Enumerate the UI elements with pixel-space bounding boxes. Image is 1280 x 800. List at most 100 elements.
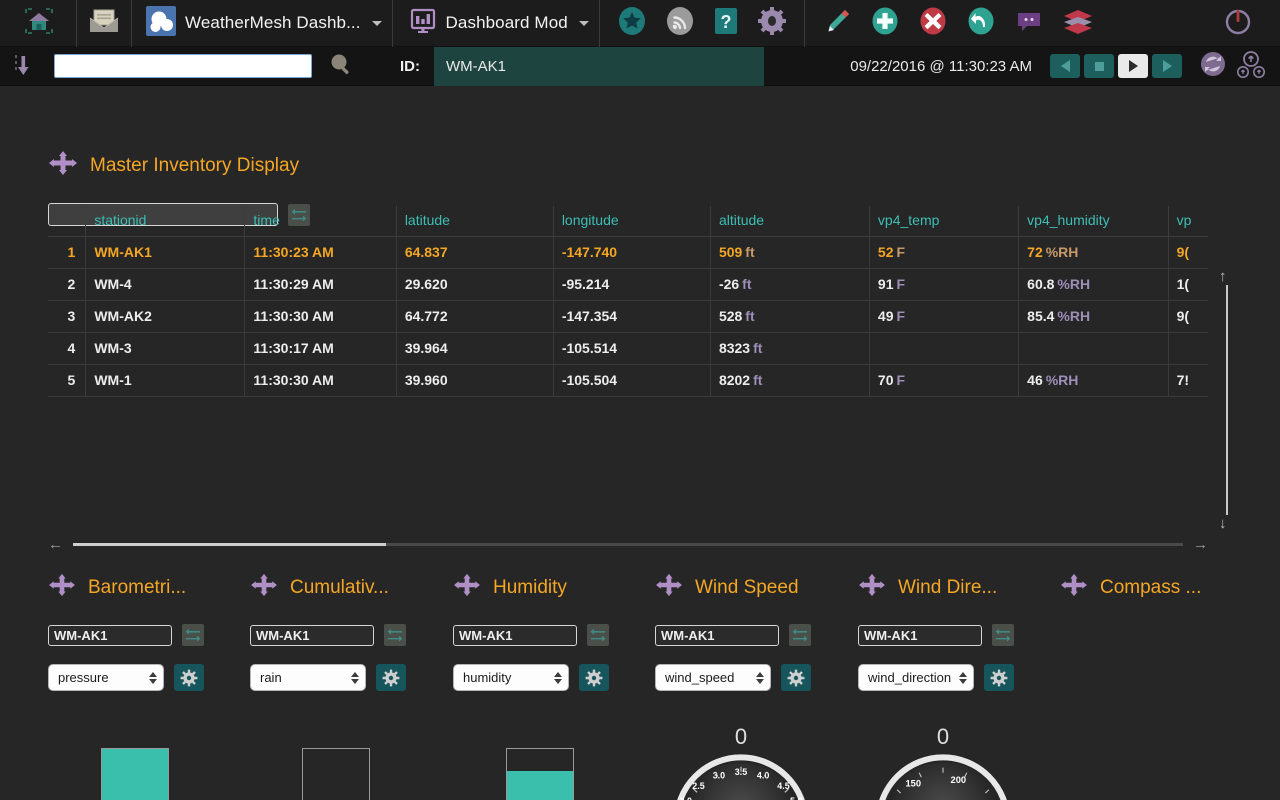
add-plus-icon[interactable] (870, 6, 900, 41)
app-menu-weathermesh[interactable]: WeatherMesh Dashb... (132, 0, 392, 47)
move-handle-icon[interactable] (453, 573, 481, 602)
widget-metric-select[interactable]: rain (250, 664, 366, 691)
move-handle-icon[interactable] (858, 573, 886, 602)
cell-vp-partial: 9( (1167, 236, 1208, 269)
cell-vp4-humidity: 46 %RH (1018, 364, 1169, 397)
widget-metric-select[interactable]: humidity (453, 664, 569, 691)
widget-station-input[interactable] (453, 624, 577, 646)
move-handle-icon[interactable] (1060, 573, 1088, 602)
widget-settings-button[interactable] (376, 664, 406, 691)
chevron-down-icon[interactable] (578, 20, 589, 26)
stop-button[interactable] (1084, 54, 1114, 78)
table-header-vp4-temp[interactable]: vp4_temp (868, 206, 1019, 237)
widget-swap-button[interactable] (182, 624, 204, 646)
table-header-altitude[interactable]: altitude (709, 206, 870, 237)
widget-header: Wind Dire... (858, 573, 1014, 602)
help-icon[interactable]: ? (713, 6, 739, 41)
scroll-down-icon[interactable]: ↓ (1219, 516, 1227, 531)
power-button[interactable] (1212, 0, 1280, 47)
table-header-row: stationid time latitude longitude altitu… (48, 206, 1208, 237)
table-row[interactable]: 4 WM-3 11:30:17 AM 39.964 -105.514 8323 f… (48, 332, 1208, 365)
table-row[interactable]: 5 WM-1 11:30:30 AM 39.960 -105.504 8202 f… (48, 364, 1208, 397)
widget-station-input[interactable] (48, 624, 172, 646)
gauge-row: 978.189 hPa 0 38.500 %RH 0 (0, 726, 1280, 800)
widget-settings-button[interactable] (579, 664, 609, 691)
home-button[interactable] (0, 0, 76, 47)
widget-swap-button[interactable] (992, 624, 1014, 646)
widget-swap-button[interactable] (587, 624, 609, 646)
table-header-vp-partial[interactable]: vp (1167, 206, 1208, 237)
table-horizontal-scrollbar[interactable]: ← → (48, 534, 1208, 554)
widget-station-input[interactable] (250, 624, 374, 646)
delete-x-icon[interactable] (918, 6, 948, 41)
chevron-down-icon[interactable] (371, 20, 382, 26)
step-forward-button[interactable] (1152, 54, 1182, 78)
widget-station-input[interactable] (655, 624, 779, 646)
power-icon (1222, 5, 1254, 42)
spinner-icon[interactable] (959, 671, 968, 684)
widget-settings-button[interactable] (174, 664, 204, 691)
table-header-longitude[interactable]: longitude (552, 206, 711, 237)
id-label: ID: (400, 57, 420, 75)
table-header-vp4-humidity[interactable]: vp4_humidity (1018, 206, 1169, 237)
id-value-field[interactable]: WM-AK1 (434, 46, 764, 86)
table-row[interactable]: 1 WM-AK1 11:30:23 AM 64.837 -147.740 509… (48, 236, 1208, 269)
hscroll-thumb[interactable] (73, 542, 387, 546)
step-back-button[interactable] (1050, 54, 1080, 78)
cell-time: 11:30:30 AM (244, 364, 397, 397)
move-handle-icon[interactable] (655, 573, 683, 602)
table-vertical-scrollbar[interactable]: ↑ ↓ (1216, 269, 1238, 531)
download-arrow-icon[interactable] (0, 53, 46, 79)
gear-icon (787, 669, 805, 686)
table-header-stationid[interactable]: stationid (85, 206, 245, 237)
spinner-icon[interactable] (756, 671, 764, 684)
widget-cumulative-rain: Cumulativ... rain (250, 573, 406, 691)
scroll-up-icon[interactable]: ↑ (1219, 269, 1227, 284)
widget-settings-button[interactable] (984, 664, 1014, 691)
star-icon[interactable] (617, 6, 647, 41)
widget-metric-select[interactable]: pressure (48, 664, 164, 691)
move-handle-icon[interactable] (250, 573, 278, 602)
unit-label: ft (753, 340, 763, 356)
cell-vp-partial: 9( (1167, 300, 1208, 333)
widget-metric-select[interactable]: wind_speed (655, 664, 771, 691)
pencil-edit-icon[interactable] (822, 6, 852, 41)
undo-arrow-icon[interactable] (966, 6, 996, 41)
vscroll-track[interactable] (1226, 285, 1228, 515)
rss-icon[interactable] (665, 6, 695, 41)
table-header-time[interactable]: time (244, 206, 397, 237)
widget-header: Barometri... (48, 573, 204, 602)
module-menu-dashboard[interactable]: Dashboard Mod (393, 0, 599, 47)
layers-icon[interactable] (1062, 6, 1094, 41)
settings-gear-icon[interactable] (757, 6, 787, 41)
widget-metric-row: wind_speed (655, 664, 811, 691)
mail-button[interactable] (77, 0, 131, 47)
spinner-icon[interactable] (351, 671, 359, 684)
comment-icon[interactable] (1014, 6, 1044, 41)
play-button[interactable] (1118, 54, 1148, 78)
widget-settings-button[interactable] (781, 664, 811, 691)
move-handle-icon[interactable] (48, 573, 76, 602)
scroll-left-icon[interactable]: ← (48, 537, 63, 552)
table-header-latitude[interactable]: latitude (395, 206, 554, 237)
search-input[interactable] (54, 54, 312, 78)
widget-station-input[interactable] (858, 624, 982, 646)
magnifier-icon[interactable] (328, 51, 354, 82)
cell-vp4-humidity: 85.4 %RH (1018, 300, 1169, 333)
widget-metric-select[interactable]: wind_direction (858, 664, 974, 691)
cell-altitude: 8323 ft (709, 332, 870, 365)
cell-latitude: 64.772 (395, 300, 554, 333)
widget-title: Cumulativ... (290, 576, 389, 598)
widget-swap-button[interactable] (384, 624, 406, 646)
hscroll-track[interactable] (73, 542, 1183, 546)
unit-label: %RH (1057, 276, 1091, 292)
scroll-right-icon[interactable]: → (1193, 537, 1208, 552)
refresh-cycle-icon[interactable] (1198, 49, 1228, 84)
move-handle-icon[interactable] (48, 150, 78, 181)
widget-swap-button[interactable] (789, 624, 811, 646)
spinner-icon[interactable] (149, 671, 157, 684)
table-row[interactable]: 2 WM-4 11:30:29 AM 29.620 -95.214 -26 ft … (48, 268, 1208, 301)
users-icon[interactable] (1234, 48, 1268, 85)
spinner-icon[interactable] (554, 671, 562, 684)
table-row[interactable]: 3 WM-AK2 11:30:30 AM 64.772 -147.354 528… (48, 300, 1208, 333)
